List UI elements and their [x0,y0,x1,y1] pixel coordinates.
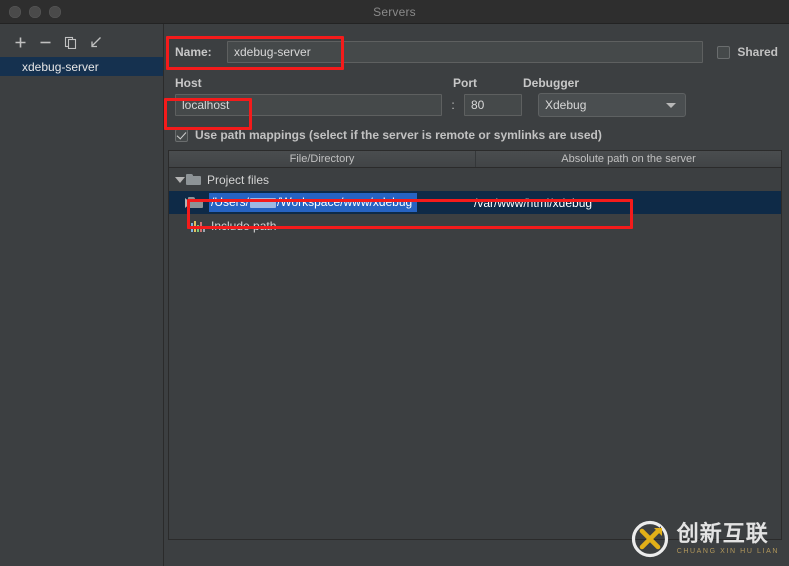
table-header: File/Directory Absolute path on the serv… [169,151,781,168]
sidebar-item-label: xdebug-server [22,59,99,74]
name-input-value: xdebug-server [234,45,311,59]
expander-expand-icon[interactable] [169,197,191,208]
shared-label: Shared [737,45,778,59]
server-list: xdebug-server [0,57,163,76]
use-path-mappings-checkbox[interactable] [175,128,188,142]
local-path-prefix: /Users/ [211,195,250,209]
dialog-content: xdebug-server Name: xdebug-server Shared… [0,24,789,566]
row-label-include-path: Include path [211,218,277,233]
port-input[interactable]: 80 [464,94,522,116]
copy-icon[interactable] [63,35,77,49]
redacted-username [250,197,277,208]
host-port-debugger-fields: localhost : 80 Xdebug [164,93,789,117]
use-path-mappings-label: Use path mappings (select if the server … [195,128,602,142]
name-label: Name: [175,45,212,59]
expander-collapse-icon[interactable] [169,176,186,183]
folder-icon [186,173,202,186]
row-label-project-files: Project files [207,172,270,187]
import-icon[interactable] [88,35,102,49]
host-port-separator: : [451,98,455,112]
include-path-icon [191,220,205,232]
servers-sidebar: xdebug-server [0,24,164,566]
use-path-mappings-group[interactable]: Use path mappings (select if the server … [164,127,789,143]
table-row[interactable]: Include path [169,214,781,237]
row-value-server-path: /var/www/html/xdebug [474,195,593,210]
table-row[interactable]: Project files [169,168,781,191]
table-body: Project files /Users/ /Workspace/www/xdeb… [169,168,781,539]
watermark-chinese: 创新互联 [676,520,769,546]
server-settings-panel: Name: xdebug-server Shared Host Port Deb… [164,24,789,566]
shared-checkbox[interactable] [717,45,731,59]
column-header-file-directory[interactable]: File/Directory [169,151,476,167]
shared-checkbox-group[interactable]: Shared [717,40,778,64]
path-mappings-table: File/Directory Absolute path on the serv… [168,150,782,540]
zoom-button[interactable] [49,5,61,18]
local-path-suffix: /Workspace/www/xdebug [277,195,413,209]
minimize-button[interactable] [29,5,41,18]
traffic-lights [0,5,61,18]
window-title: Servers [373,4,416,19]
name-row: Name: xdebug-server [164,40,789,64]
sidebar-item-xdebug-server[interactable]: xdebug-server [0,57,163,76]
debugger-select[interactable]: Xdebug [538,93,686,117]
watermark-pinyin: CHUANG XIN HU LIAN [676,547,779,555]
port-input-value: 80 [471,98,485,112]
table-row[interactable]: /Users/ /Workspace/www/xdebug /var/www/ht… [169,191,781,214]
watermark-text: 创新互联 CHUANG XIN HU LIAN [676,520,779,557]
watermark-logo: 创新互联 CHUANG XIN HU LIAN [631,520,779,558]
column-header-absolute-path[interactable]: Absolute path on the server [476,151,781,167]
window-titlebar: Servers [0,0,789,24]
host-input-value: localhost [182,98,230,112]
debugger-label: Debugger [523,75,580,90]
brand-mark-icon [631,520,669,558]
host-input[interactable]: localhost [175,94,442,116]
name-input[interactable]: xdebug-server [227,41,703,63]
host-port-debugger-labels: Host Port Debugger [164,75,789,90]
sidebar-toolbar [0,30,163,54]
folder-icon [188,196,204,209]
chevron-down-icon [666,102,676,108]
host-label: Host [175,75,202,90]
close-button[interactable] [9,5,21,18]
debugger-select-value: Xdebug [545,98,587,112]
port-label: Port [453,75,477,90]
row-label-local-path: /Users/ /Workspace/www/xdebug [209,193,418,212]
remove-icon[interactable] [38,35,52,49]
add-icon[interactable] [13,35,27,49]
